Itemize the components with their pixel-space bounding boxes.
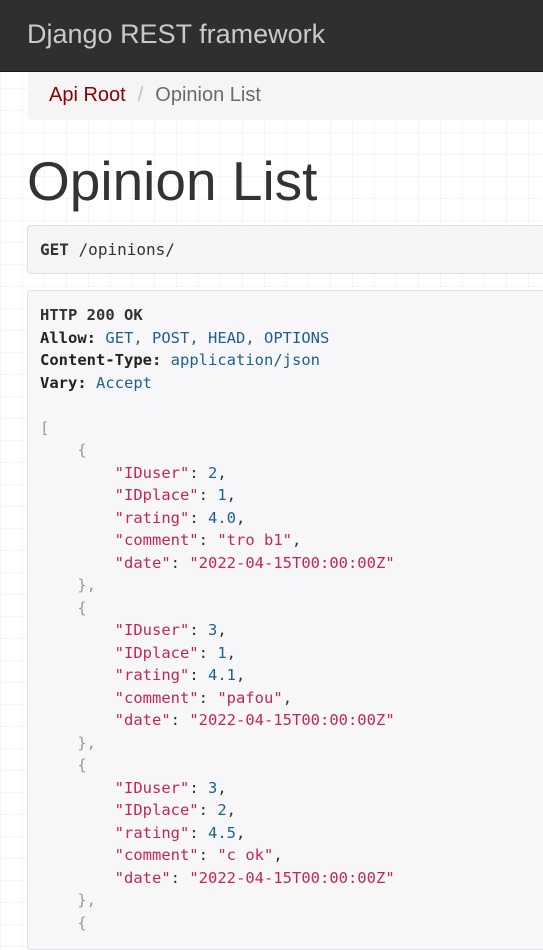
response-body: HTTP 200 OK Allow: GET, POST, HEAD, OPTI… <box>27 290 543 950</box>
page-title: Opinion List <box>27 150 318 212</box>
json-value-comment: tro b1 <box>226 531 283 549</box>
json-value-rating: 4.1 <box>207 666 236 684</box>
request-info: GET /opinions/ <box>27 225 543 274</box>
breadcrumb-api-root-link[interactable]: Api Root <box>49 84 126 106</box>
json-value-iduser: 3 <box>207 621 218 639</box>
navbar: Django REST framework <box>0 0 543 72</box>
json-value-idplace: 1 <box>217 643 227 662</box>
json-value-comment: c ok <box>226 846 264 864</box>
breadcrumb-separator: / <box>137 84 144 106</box>
header-value: application/json <box>170 351 320 369</box>
json-value-idplace: 2 <box>217 801 227 819</box>
breadcrumb-current: Opinion List <box>155 84 261 106</box>
json-value-comment: pafou <box>226 688 274 707</box>
header-name: Allow <box>40 328 87 347</box>
json-value-date: 2022-04-15T00:00:00Z <box>198 711 386 729</box>
json-value-iduser: 3 <box>207 778 218 797</box>
json-value-idplace: 1 <box>217 486 227 504</box>
header-value: GET, POST, HEAD, OPTIONS <box>105 328 330 347</box>
json-value-rating: 4.5 <box>207 823 236 842</box>
header-name: Content-Type <box>40 351 152 369</box>
request-path: /opinions/ <box>78 240 175 259</box>
header-name: Vary <box>40 373 78 392</box>
json-value-date: 2022-04-15T00:00:00Z <box>198 553 386 572</box>
json-value-rating: 4.0 <box>207 508 236 527</box>
json-value-iduser: 2 <box>207 463 218 482</box>
brand-link[interactable]: Django REST framework <box>27 17 325 51</box>
header-value: Accept <box>96 373 153 392</box>
json-value-date: 2022-04-15T00:00:00Z <box>198 868 386 887</box>
breadcrumb: Api Root / Opinion List <box>28 72 543 120</box>
response-status: HTTP 200 OK <box>40 306 143 324</box>
request-method: GET <box>40 240 69 259</box>
